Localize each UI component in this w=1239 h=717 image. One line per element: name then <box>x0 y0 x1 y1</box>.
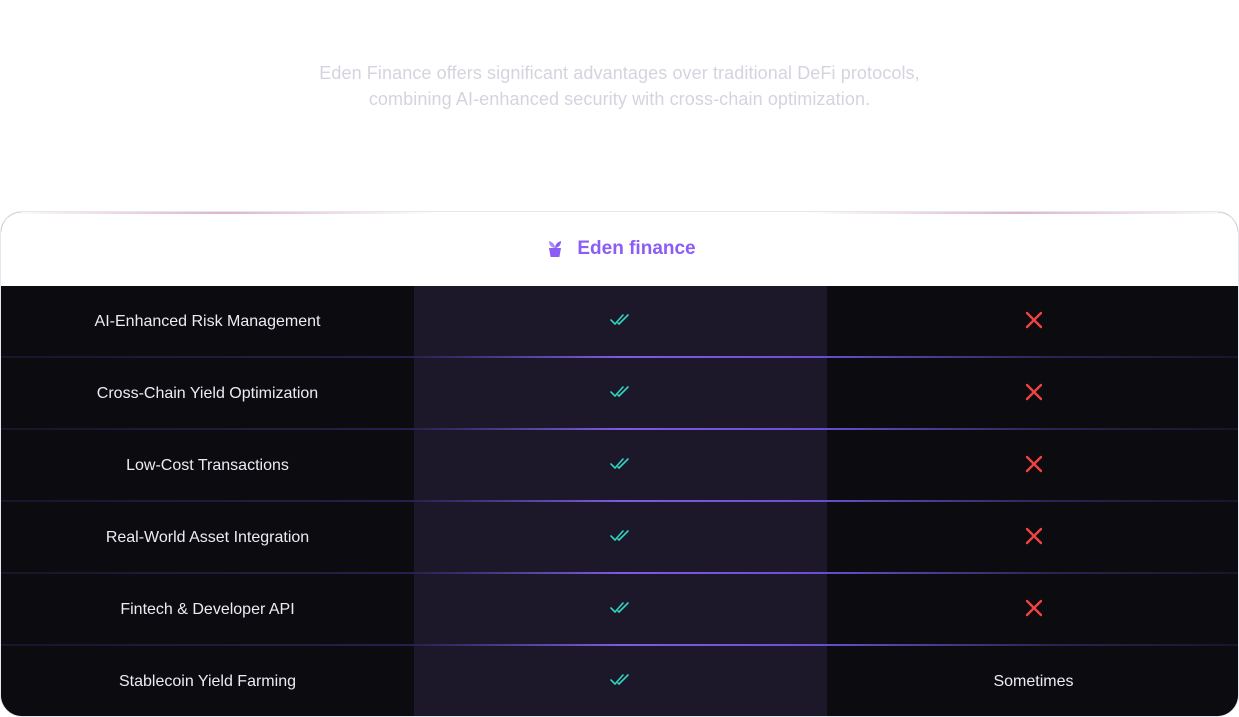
competitor-cell <box>827 430 1238 502</box>
feature-label: Low-Cost Transactions <box>1 430 414 502</box>
eden-cell <box>414 502 827 574</box>
intro-text: Eden Finance offers significant advantag… <box>0 60 1239 112</box>
eden-cell <box>414 430 827 502</box>
feature-label: AI-Enhanced Risk Management <box>1 286 414 358</box>
eden-cell <box>414 646 827 716</box>
double-check-icon <box>609 313 632 332</box>
cross-icon <box>1025 455 1043 478</box>
feature-label: Stablecoin Yield Farming <box>1 646 414 716</box>
plant-pot-icon <box>549 241 562 257</box>
competitor-cell <box>827 358 1238 430</box>
comparison-table: Eden finance AI-Enhanced Risk Management… <box>0 211 1239 717</box>
double-check-icon <box>609 385 632 404</box>
double-check-icon <box>609 673 632 692</box>
cross-icon <box>1025 599 1043 622</box>
feature-label: Cross-Chain Yield Optimization <box>1 358 414 430</box>
eden-cell <box>414 286 827 358</box>
competitor-text: Sometimes <box>993 673 1074 690</box>
competitor-cell <box>827 574 1238 646</box>
table-body: AI-Enhanced Risk Management Cross-Chain Y… <box>1 286 1238 716</box>
cross-icon <box>1025 383 1043 406</box>
table-row: Low-Cost Transactions <box>1 430 1238 502</box>
table-row: Real-World Asset Integration <box>1 502 1238 574</box>
double-check-icon <box>609 529 632 548</box>
double-check-icon <box>609 457 632 476</box>
feature-label: Fintech & Developer API <box>1 574 414 646</box>
competitor-cell: Sometimes <box>827 646 1238 716</box>
table-row: Cross-Chain Yield Optimization <box>1 358 1238 430</box>
brand-label: Eden finance <box>577 238 696 259</box>
eden-cell <box>414 358 827 430</box>
competitor-cell <box>827 502 1238 574</box>
table-row: Stablecoin Yield Farming Sometimes <box>1 646 1238 716</box>
cross-icon <box>1025 311 1043 334</box>
intro-line-1: Eden Finance offers significant advantag… <box>319 63 920 83</box>
brand: Eden finance <box>545 238 696 260</box>
eden-cell <box>414 574 827 646</box>
feature-label: Real-World Asset Integration <box>1 502 414 574</box>
table-header: Eden finance <box>1 212 1238 286</box>
comparison-section: Eden Finance offers significant advantag… <box>0 0 1239 717</box>
table-row: Fintech & Developer API <box>1 574 1238 646</box>
table-row: AI-Enhanced Risk Management <box>1 286 1238 358</box>
cross-icon <box>1025 527 1043 550</box>
competitor-cell <box>827 286 1238 358</box>
intro-line-2: combining AI-enhanced security with cros… <box>368 89 871 109</box>
header-glow <box>1 212 1238 214</box>
double-check-icon <box>609 601 632 620</box>
